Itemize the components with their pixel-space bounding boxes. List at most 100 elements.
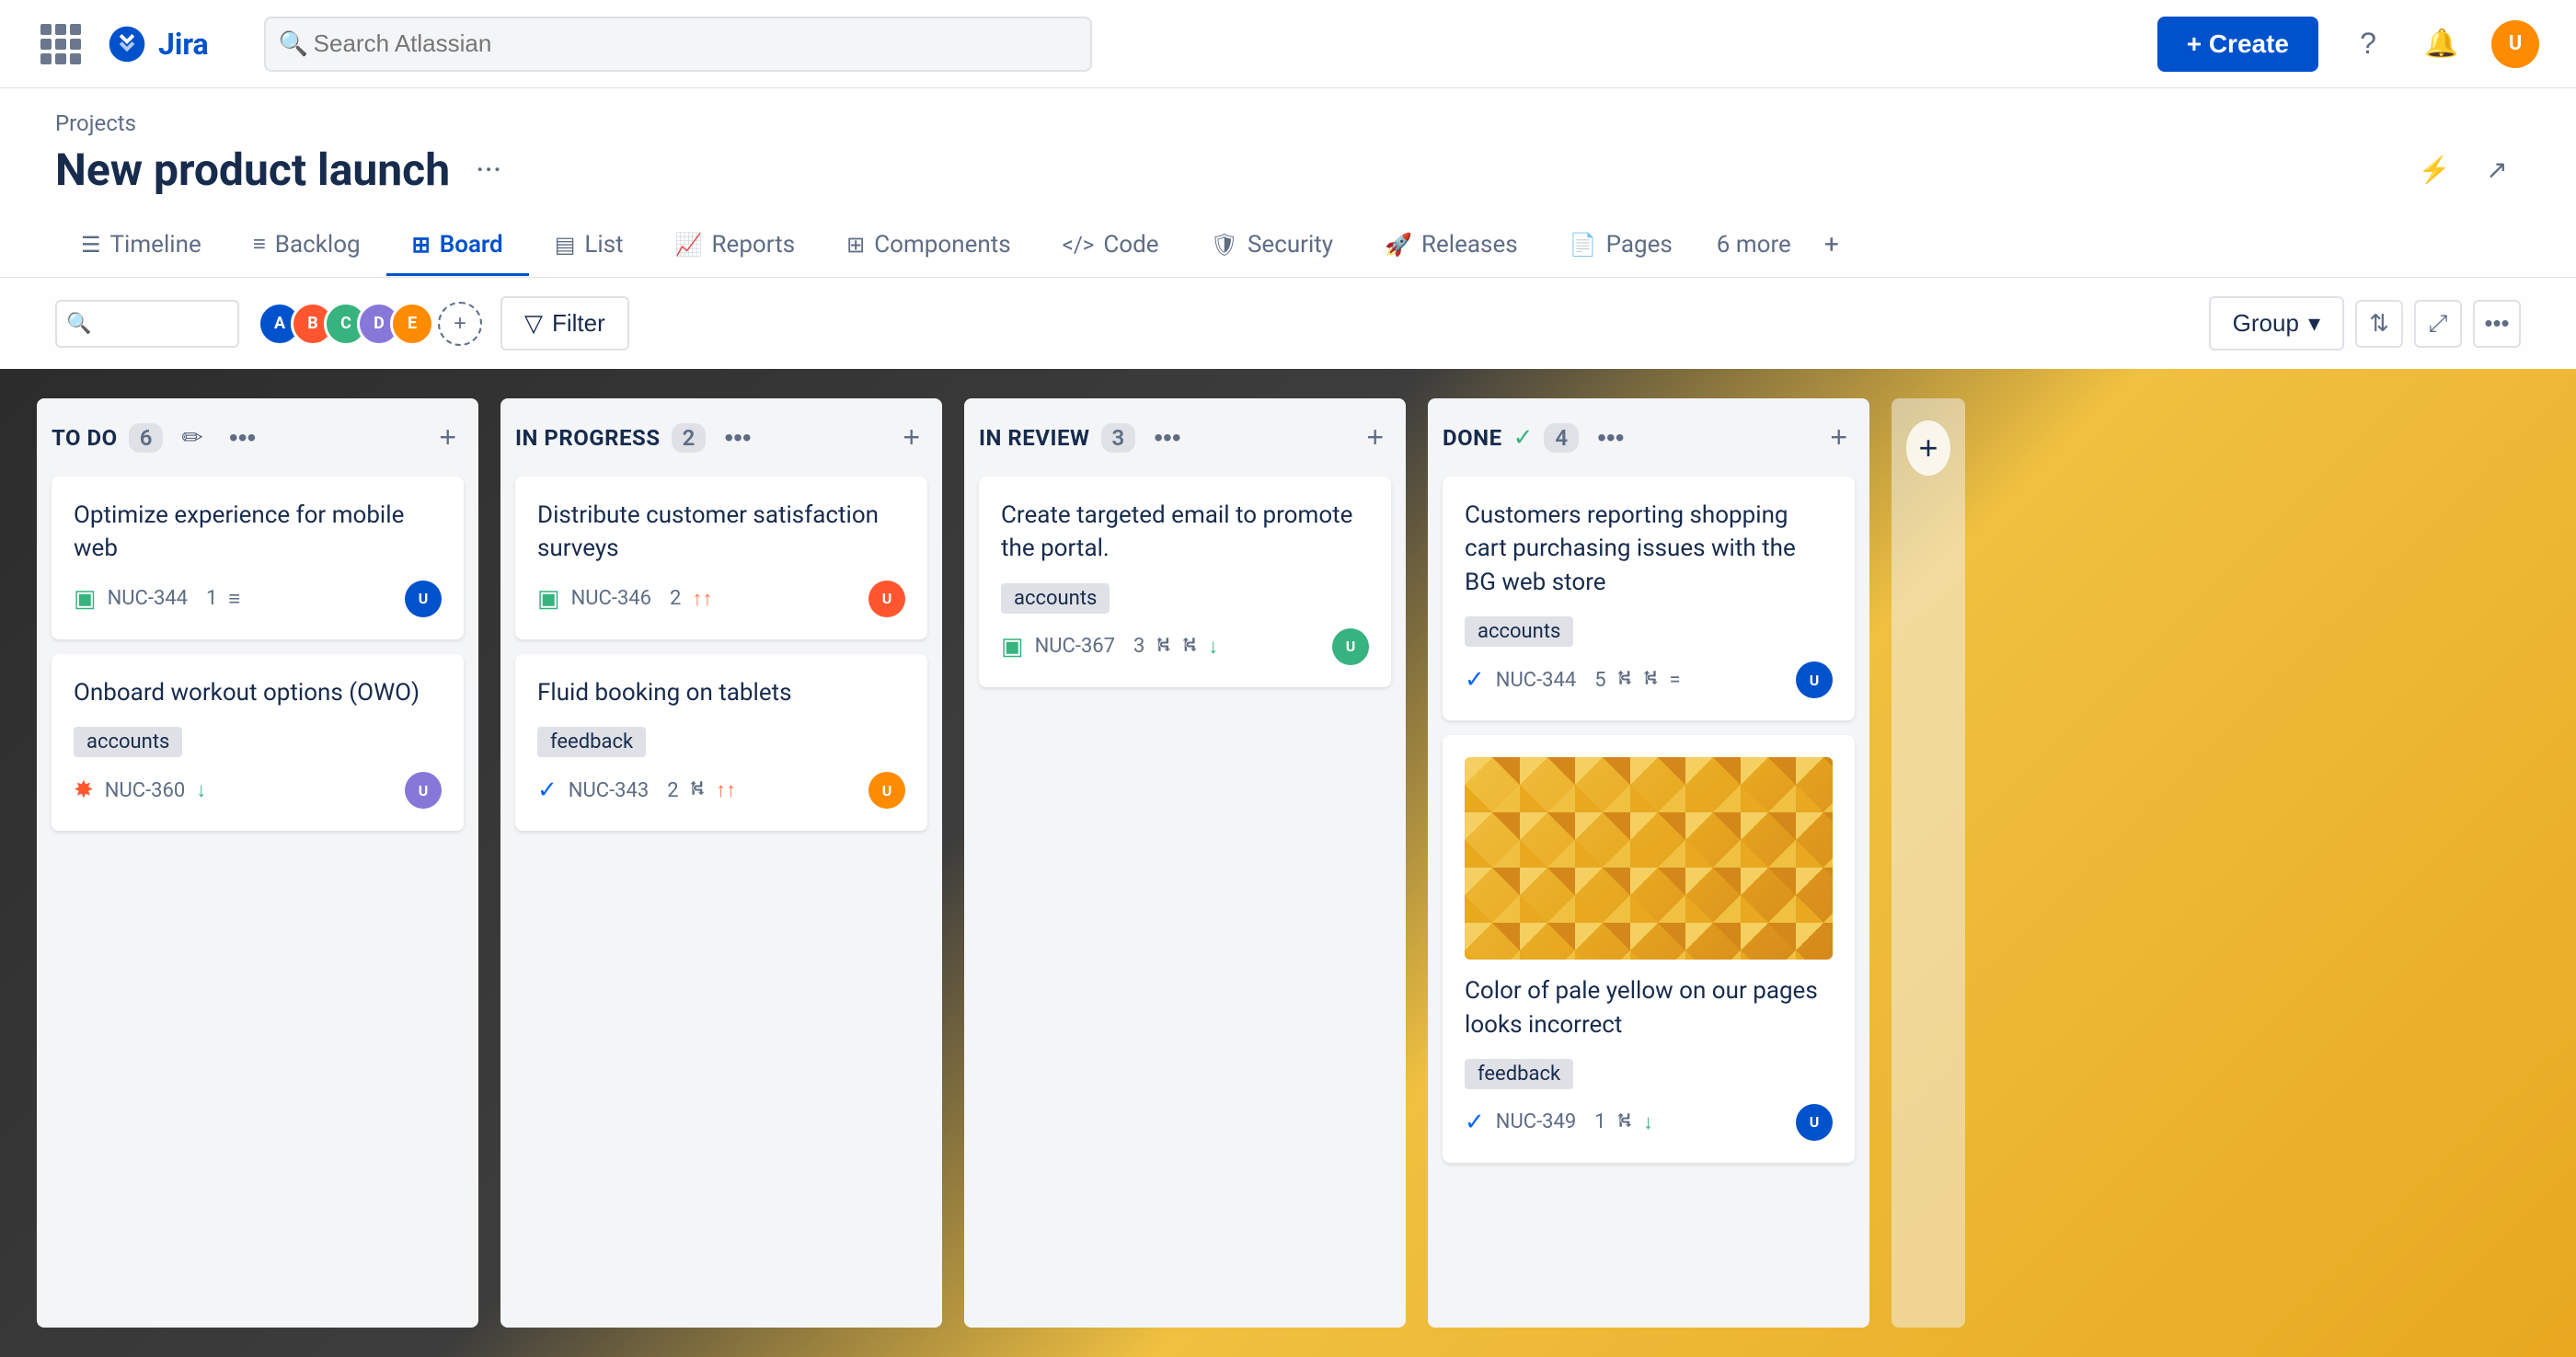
jira-logo-icon: [107, 24, 147, 64]
tab-reports[interactable]: 📈 Reports: [650, 216, 822, 276]
sliders-icon: ⇅: [2369, 309, 2389, 338]
tab-security[interactable]: 🛡 Security: [1185, 216, 1360, 276]
card-review-1-id: NUC-367: [1035, 635, 1115, 658]
tab-backlog[interactable]: ≡ Backlog: [227, 216, 386, 276]
jira-text: Jira: [158, 27, 209, 62]
card-todo-2-title: Onboard workout options (OWO): [74, 676, 442, 709]
tab-timeline[interactable]: ☰ Timeline: [55, 216, 227, 276]
board-toolbar: 🔍 A B C D E + ▽ Filter Group ▾ ⇅ ⤢ •••: [0, 278, 2576, 369]
create-button[interactable]: + Create: [2157, 17, 2318, 72]
expand-icon: ⤢: [2429, 309, 2448, 339]
column-in-progress-header: IN PROGRESS 2 ••• +: [515, 417, 927, 458]
card-done-2-avatar: U: [1796, 1104, 1833, 1141]
group-label: Group: [2233, 309, 2299, 338]
column-done-more[interactable]: •••: [1590, 420, 1631, 456]
card-progress-2[interactable]: Fluid booking on tablets feedback ✓ NUC-…: [515, 654, 927, 831]
card-done-2[interactable]: Color of pale yellow on our pages looks …: [1443, 735, 1855, 1163]
filter-button[interactable]: ▽ Filter: [500, 296, 629, 351]
tab-board[interactable]: ⊞ Board: [386, 216, 529, 276]
chevron-down-icon: ▾: [2308, 309, 2320, 338]
card-todo-2[interactable]: Onboard workout options (OWO) accounts ✸…: [52, 654, 464, 831]
column-in-progress-add[interactable]: +: [895, 417, 927, 458]
card-todo-1-count: 1: [206, 587, 217, 610]
card-done-1-id: NUC-344: [1496, 669, 1576, 692]
add-avatar-button[interactable]: +: [438, 302, 482, 346]
column-in-review-more[interactable]: •••: [1146, 420, 1188, 456]
nav-right: + Create ? 🔔 U: [2157, 17, 2539, 72]
card-done-1-title: Customers reporting shopping cart purcha…: [1465, 499, 1833, 599]
tab-releases-label: Releases: [1421, 231, 1518, 259]
lightning-icon: ⚡: [2419, 155, 2451, 185]
components-icon: ⊞: [846, 232, 865, 258]
task-icon: ✓: [537, 776, 558, 804]
search-bar: 🔍: [264, 17, 1092, 72]
column-in-progress-more[interactable]: •••: [717, 420, 758, 456]
overflow-button[interactable]: •••: [2473, 300, 2521, 348]
card-done-2-title: Color of pale yellow on our pages looks …: [1465, 974, 1833, 1041]
tab-pages[interactable]: 📄 Pages: [1544, 216, 1698, 276]
column-todo-title: TO DO: [52, 425, 118, 451]
tab-list[interactable]: ▤ List: [529, 216, 650, 276]
toolbar-right: Group ▾ ⇅ ⤢ •••: [2209, 296, 2521, 351]
tab-releases[interactable]: 🚀 Releases: [1359, 216, 1544, 276]
card-review-1[interactable]: Create targeted email to promote the por…: [979, 477, 1391, 687]
card-todo-1-id: NUC-344: [108, 587, 188, 610]
column-in-review-header: IN REVIEW 3 ••• +: [979, 417, 1391, 458]
card-progress-1[interactable]: Distribute customer satisfaction surveys…: [515, 477, 927, 639]
add-tab-button[interactable]: +: [1810, 214, 1854, 277]
share-button[interactable]: ↗: [2473, 146, 2521, 194]
card-todo-2-footer: ✸ NUC-360 ↓ U: [74, 772, 442, 809]
breadcrumb[interactable]: Projects: [55, 110, 2521, 136]
releases-icon: 🚀: [1385, 232, 1412, 258]
card-done-2-count: 1: [1594, 1110, 1605, 1133]
search-input[interactable]: [264, 17, 1092, 72]
share-icon: ↗: [2486, 155, 2507, 185]
branch-icon-4: ⛕: [1617, 667, 1632, 693]
card-todo-1[interactable]: Optimize experience for mobile web ▣ NUC…: [52, 477, 464, 639]
column-in-review-add[interactable]: +: [1359, 417, 1391, 458]
column-todo-more[interactable]: •••: [222, 420, 263, 456]
nav-left: Jira: [37, 20, 209, 68]
avatar-filter-5[interactable]: E: [390, 302, 434, 346]
group-button[interactable]: Group ▾: [2209, 296, 2344, 351]
add-column-button[interactable]: +: [1906, 420, 1950, 476]
board-area: TO DO 6 ✏ ••• + Optimize experience for …: [0, 369, 2576, 1357]
tree-icon: ⛕: [1182, 634, 1197, 660]
card-done-1-count: 5: [1594, 669, 1605, 692]
settings-button[interactable]: ⇅: [2355, 300, 2403, 348]
lightning-button[interactable]: ⚡: [2410, 146, 2458, 194]
jira-logo[interactable]: Jira: [107, 24, 209, 64]
bell-icon: 🔔: [2424, 28, 2458, 60]
user-avatar[interactable]: U: [2491, 20, 2539, 68]
column-done-add[interactable]: +: [1823, 417, 1855, 458]
grid-icon: [40, 24, 81, 64]
card-done-1[interactable]: Customers reporting shopping cart purcha…: [1443, 477, 1855, 720]
notifications-button[interactable]: 🔔: [2418, 20, 2466, 68]
task-icon-3: ✓: [1465, 1109, 1485, 1136]
tab-security-label: Security: [1248, 231, 1333, 259]
create-button-label: + Create: [2187, 29, 2289, 59]
column-todo-add[interactable]: +: [431, 417, 464, 458]
tab-reports-label: Reports: [712, 231, 796, 259]
column-todo-edit[interactable]: ✏: [174, 419, 210, 456]
branch-icon-2: ⛕: [690, 777, 705, 803]
more-tabs-button[interactable]: 6 more: [1698, 216, 1810, 276]
tab-components[interactable]: ⊞ Components: [821, 216, 1037, 276]
card-todo-2-tag: accounts: [74, 727, 182, 757]
card-progress-1-avatar: U: [868, 581, 905, 617]
fullscreen-button[interactable]: ⤢: [2414, 300, 2462, 348]
card-progress-2-tag: feedback: [537, 727, 646, 757]
project-more-button[interactable]: ···: [465, 147, 512, 193]
column-in-review: IN REVIEW 3 ••• + Create targeted email …: [964, 398, 1406, 1328]
apps-menu-button[interactable]: [37, 20, 85, 68]
card-review-1-avatar: U: [1332, 628, 1369, 665]
tab-board-label: Board: [440, 231, 503, 259]
card-progress-2-footer: ✓ NUC-343 2 ⛕ ↑↑ U: [537, 772, 905, 809]
story-icon: ▣: [74, 585, 97, 613]
card-progress-1-footer: ▣ NUC-346 2 ↑↑ U: [537, 581, 905, 617]
branch-icon: ≡: [228, 587, 240, 611]
tab-components-label: Components: [874, 231, 1010, 259]
tab-code[interactable]: </> Code: [1037, 216, 1185, 276]
project-title: New product launch: [55, 144, 450, 196]
help-button[interactable]: ?: [2344, 20, 2392, 68]
